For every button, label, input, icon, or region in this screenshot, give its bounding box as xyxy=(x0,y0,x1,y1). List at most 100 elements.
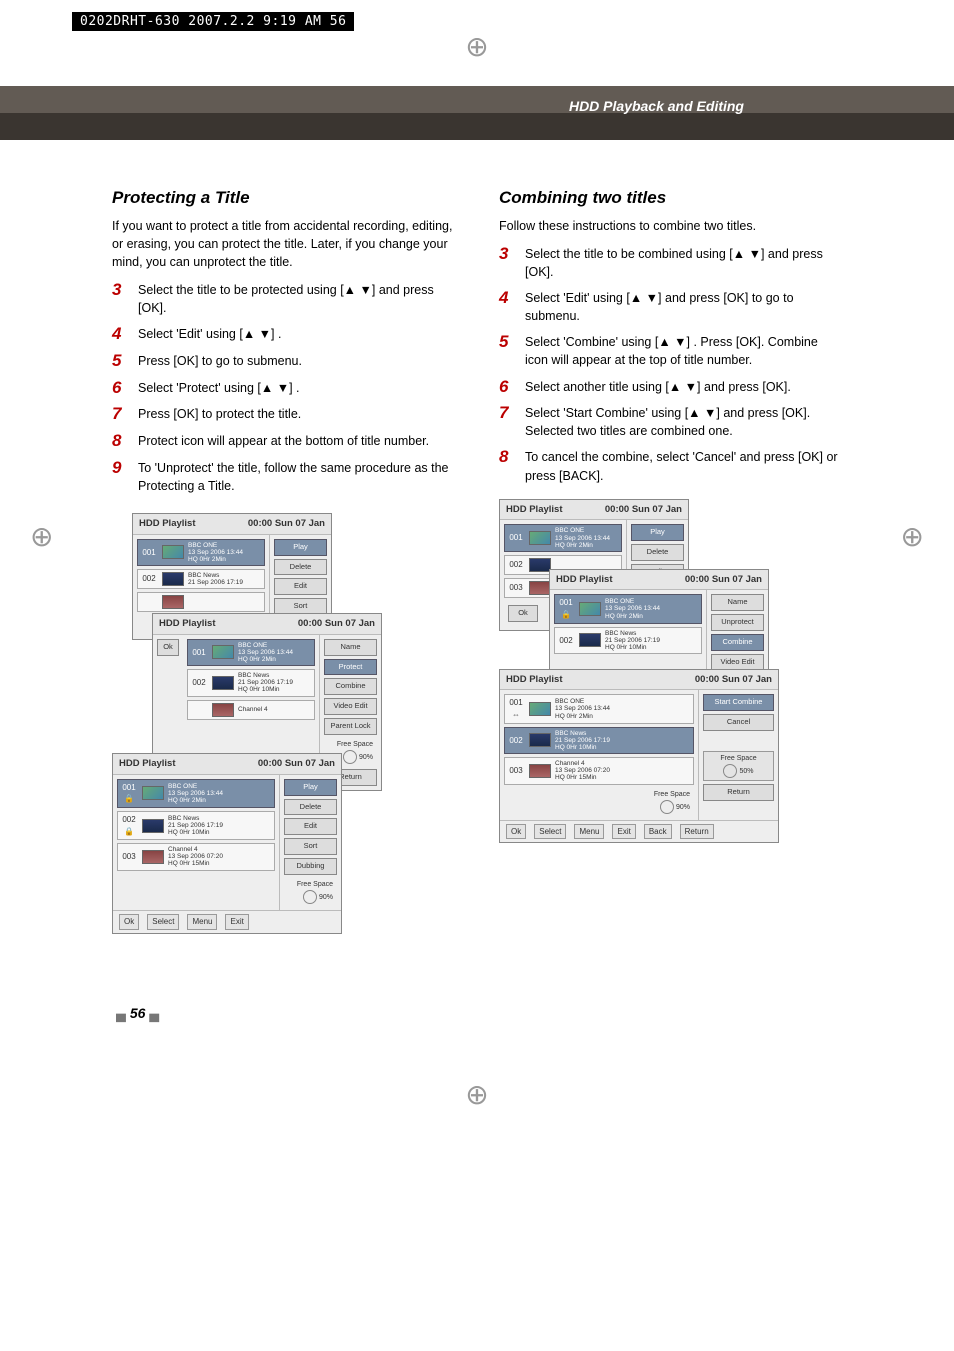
menu-combine[interactable]: Combine xyxy=(324,678,377,695)
menu-edit[interactable]: Edit xyxy=(274,578,327,595)
row-num: 001 xyxy=(507,532,525,544)
thumbnail-icon xyxy=(212,645,234,659)
step-text: To cancel the combine, select 'Cancel' a… xyxy=(525,448,842,484)
playlist-row[interactable]: 002BBC News21 Sep 2006 17:19HQ 0Hr 10Min xyxy=(554,627,702,654)
playlist-row[interactable]: 002🔒BBC News21 Sep 2006 17:19HQ 0Hr 10Mi… xyxy=(117,811,275,840)
row-num: 002 xyxy=(140,573,158,585)
menu-unprotect[interactable]: Unprotect xyxy=(711,614,764,631)
disc-icon xyxy=(303,890,317,904)
panel-clock: 00:00 Sun 07 Jan xyxy=(685,573,762,587)
row-meta: BBC ONE13 Sep 2006 13:44HQ 0Hr 2Min xyxy=(188,542,243,563)
thumbnail-icon xyxy=(579,602,601,616)
footer-select[interactable]: Select xyxy=(534,824,566,840)
playlist-row[interactable]: 001🔒BBC ONE13 Sep 2006 13:44HQ 0Hr 2Min xyxy=(554,594,702,623)
step-text: Protect icon will appear at the bottom o… xyxy=(138,432,455,451)
panel-title: HDD Playlist xyxy=(159,617,216,631)
menu-cancel[interactable]: Cancel xyxy=(703,714,774,731)
row-meta: BBC News21 Sep 2006 17:19HQ 0Hr 10Min xyxy=(238,672,293,693)
row-meta: Channel 413 Sep 2006 07:20HQ 0Hr 15Min xyxy=(555,760,610,781)
step-number: 3 xyxy=(499,245,513,281)
panel-title: HDD Playlist xyxy=(506,673,563,687)
playlist-row[interactable]: 002BBC News21 Sep 2006 17:19 xyxy=(137,569,265,589)
menu-delete[interactable]: Delete xyxy=(284,799,337,816)
playlist-row[interactable]: Channel 4 xyxy=(187,700,315,720)
page-number: ▄ 56 ▄ xyxy=(116,1005,159,1021)
step-number: 7 xyxy=(499,404,513,440)
menu-combine[interactable]: Combine xyxy=(711,634,764,651)
row-meta: BBC ONE13 Sep 2006 13:44HQ 0Hr 2Min xyxy=(555,698,610,719)
footer-return[interactable]: Return xyxy=(680,824,714,840)
menu-name[interactable]: Name xyxy=(711,594,764,611)
ok-button[interactable]: Ok xyxy=(508,605,538,622)
panel-clock: 00:00 Sun 07 Jan xyxy=(605,503,682,517)
thumbnail-icon xyxy=(579,633,601,647)
menu-dubbing[interactable]: Dubbing xyxy=(284,858,337,875)
menu-play[interactable]: Play xyxy=(631,524,684,541)
menu-return[interactable]: Return xyxy=(703,784,774,801)
row-meta: BBC News21 Sep 2006 17:19HQ 0Hr 10Min xyxy=(605,630,660,651)
ok-button[interactable]: Ok xyxy=(157,639,179,656)
menu-delete[interactable]: Delete xyxy=(631,544,684,561)
step-number: 7 xyxy=(112,405,126,424)
thumbnail-icon xyxy=(142,850,164,864)
footer-exit[interactable]: Exit xyxy=(612,824,635,840)
menu-start-combine[interactable]: Start Combine xyxy=(703,694,774,711)
context-menu: Play Delete Edit Sort Dubbing Free Space… xyxy=(279,775,341,911)
footer-ok[interactable]: Ok xyxy=(506,824,526,840)
menu-video-edit[interactable]: Video Edit xyxy=(324,698,377,715)
step-text: To 'Unprotect' the title, follow the sam… xyxy=(138,459,455,495)
footer-menu[interactable]: Menu xyxy=(187,914,217,930)
row-num: 001 xyxy=(190,647,208,659)
playlist-row[interactable]: 001BBC ONE13 Sep 2006 13:44HQ 0Hr 2Min xyxy=(504,524,622,551)
menu-parent-lock[interactable]: Parent Lock xyxy=(324,718,377,735)
thumbnail-icon xyxy=(212,676,234,690)
step-number: 9 xyxy=(112,459,126,495)
playlist-row[interactable]: 003Channel 413 Sep 2006 07:20HQ 0Hr 15Mi… xyxy=(504,757,694,784)
thumbnail-icon xyxy=(162,572,184,586)
footer-menu[interactable]: Menu xyxy=(574,824,604,840)
footer-exit[interactable]: Exit xyxy=(225,914,248,930)
playlist-row[interactable] xyxy=(137,592,265,612)
free-space-label: Free Space90% xyxy=(284,878,337,906)
footer-select[interactable]: Select xyxy=(147,914,179,930)
step-text: Select the title to be protected using [… xyxy=(138,281,455,317)
menu-edit[interactable]: Edit xyxy=(284,818,337,835)
row-meta: Channel 413 Sep 2006 07:20HQ 0Hr 15Min xyxy=(168,846,223,867)
footer-ok[interactable]: Ok xyxy=(119,914,139,930)
menu-play[interactable]: Play xyxy=(274,539,327,556)
row-num: 001🔒 xyxy=(557,597,575,620)
thumbnail-icon xyxy=(529,531,551,545)
step-text: Select the title to be combined using [▲… xyxy=(525,245,842,281)
step-number: 6 xyxy=(499,378,513,397)
thumbnail-icon xyxy=(142,819,164,833)
row-meta: BBC ONE13 Sep 2006 13:44HQ 0Hr 2Min xyxy=(168,783,223,804)
step-text: Select 'Protect' using [▲ ▼] . xyxy=(138,379,455,398)
playlist-row[interactable]: 001BBC ONE13 Sep 2006 13:44HQ 0Hr 2Min xyxy=(137,539,265,566)
playlist-row[interactable]: 003Channel 413 Sep 2006 07:20HQ 0Hr 15Mi… xyxy=(117,843,275,870)
panel-clock: 00:00 Sun 07 Jan xyxy=(695,673,772,687)
playlist-row[interactable]: 001⇔ BBC ONE13 Sep 2006 13:44HQ 0Hr 2Min xyxy=(504,694,694,723)
right-column: Combining two titles Follow these instru… xyxy=(499,186,842,933)
step-text: Select another title using [▲ ▼] and pre… xyxy=(525,378,842,397)
panel-clock: 00:00 Sun 07 Jan xyxy=(248,517,325,531)
menu-protect[interactable]: Protect xyxy=(324,659,377,676)
lock-icon: 🔒 xyxy=(561,610,571,619)
disc-icon xyxy=(660,800,674,814)
playlist-row[interactable]: 001BBC ONE13 Sep 2006 13:44HQ 0Hr 2Min xyxy=(187,639,315,666)
playlist-row[interactable]: 001🔒BBC ONE13 Sep 2006 13:44HQ 0Hr 2Min xyxy=(117,779,275,808)
panel-clock: 00:00 Sun 07 Jan xyxy=(258,757,335,771)
menu-play[interactable]: Play xyxy=(284,779,337,796)
crop-mark-top-icon: ⊕ xyxy=(465,30,488,63)
playlist-row[interactable]: 002BBC News21 Sep 2006 17:19HQ 0Hr 10Min xyxy=(187,669,315,696)
panel-title: HDD Playlist xyxy=(139,517,196,531)
step-number: 8 xyxy=(112,432,126,451)
hdd-playlist-panel-result: HDD Playlist00:00 Sun 07 Jan 001🔒BBC ONE… xyxy=(112,753,342,934)
row-num: 002 xyxy=(507,735,525,747)
row-num: 001⇔ xyxy=(507,697,525,720)
menu-delete[interactable]: Delete xyxy=(274,559,327,576)
menu-name[interactable]: Name xyxy=(324,639,377,656)
footer-back[interactable]: Back xyxy=(644,824,672,840)
playlist-row[interactable]: 002BBC News21 Sep 2006 17:19HQ 0Hr 10Min xyxy=(504,727,694,754)
menu-sort[interactable]: Sort xyxy=(284,838,337,855)
combine-submenu: Start Combine Cancel Free Space50% Retur… xyxy=(698,690,778,819)
